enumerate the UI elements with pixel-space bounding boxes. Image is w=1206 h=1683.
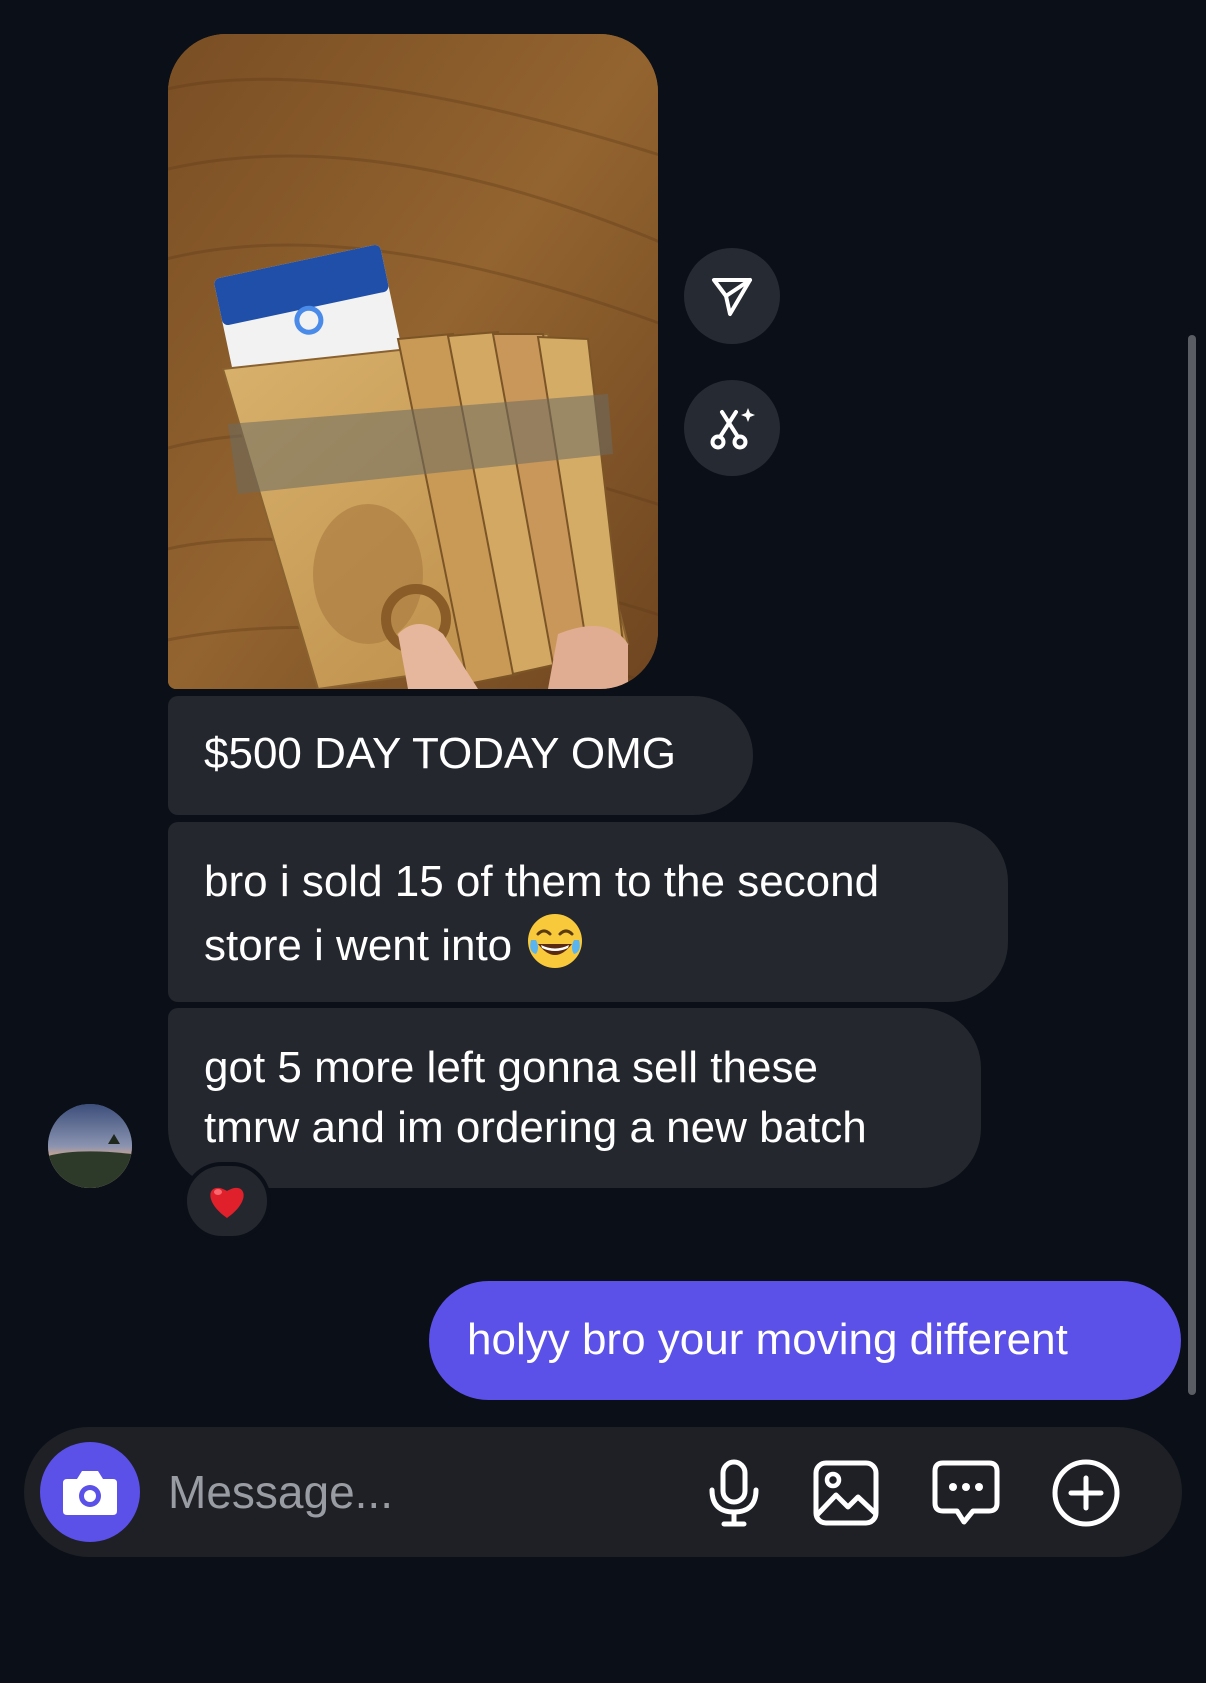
camera-button[interactable] xyxy=(40,1442,140,1542)
message-input[interactable] xyxy=(168,1457,688,1527)
message-composer xyxy=(24,1427,1182,1557)
money-photo xyxy=(168,34,658,689)
share-image-button[interactable] xyxy=(684,248,780,344)
laughing-emoji-icon xyxy=(528,914,583,968)
scrollbar[interactable] xyxy=(1188,335,1196,1395)
sent-message[interactable]: holyy bro your moving different xyxy=(429,1281,1181,1400)
cutout-button[interactable] xyxy=(684,380,780,476)
cutout-icon xyxy=(710,408,755,450)
share-icon xyxy=(712,278,752,316)
plus-circle-icon xyxy=(1052,1459,1120,1527)
chat-screen: $500 DAY TODAY OMG bro i sold 15 of them… xyxy=(0,0,1206,1683)
received-message[interactable]: got 5 more left gonna sell these tmrw an… xyxy=(168,1008,981,1188)
received-message[interactable]: bro i sold 15 of them to the second stor… xyxy=(168,822,1008,1002)
message-text: holyy bro your moving different xyxy=(467,1315,1068,1364)
heart-reaction[interactable] xyxy=(183,1162,271,1240)
gallery-button[interactable] xyxy=(808,1455,884,1531)
message-text-line: bro i sold 15 of them to the second xyxy=(204,857,880,906)
sticker-chat-button[interactable] xyxy=(928,1455,1004,1531)
microphone-icon xyxy=(709,1459,759,1527)
message-text-line: store i went into xyxy=(204,921,513,970)
message-text-line: got 5 more left gonna sell these xyxy=(204,1043,818,1092)
camera-icon xyxy=(63,1471,117,1515)
contact-avatar[interactable] xyxy=(48,1104,132,1188)
message-text-line: tmrw and im ordering a new batch xyxy=(204,1103,867,1152)
more-options-button[interactable] xyxy=(1048,1455,1124,1531)
avatar-image xyxy=(48,1104,132,1188)
chat-bubble-icon xyxy=(932,1460,1000,1525)
image-message[interactable] xyxy=(168,34,658,689)
red-heart-icon xyxy=(210,1187,244,1218)
received-message[interactable]: $500 DAY TODAY OMG xyxy=(168,696,753,815)
voice-message-button[interactable] xyxy=(696,1455,772,1531)
message-text: $500 DAY TODAY OMG xyxy=(204,729,676,778)
gallery-icon xyxy=(813,1460,879,1526)
